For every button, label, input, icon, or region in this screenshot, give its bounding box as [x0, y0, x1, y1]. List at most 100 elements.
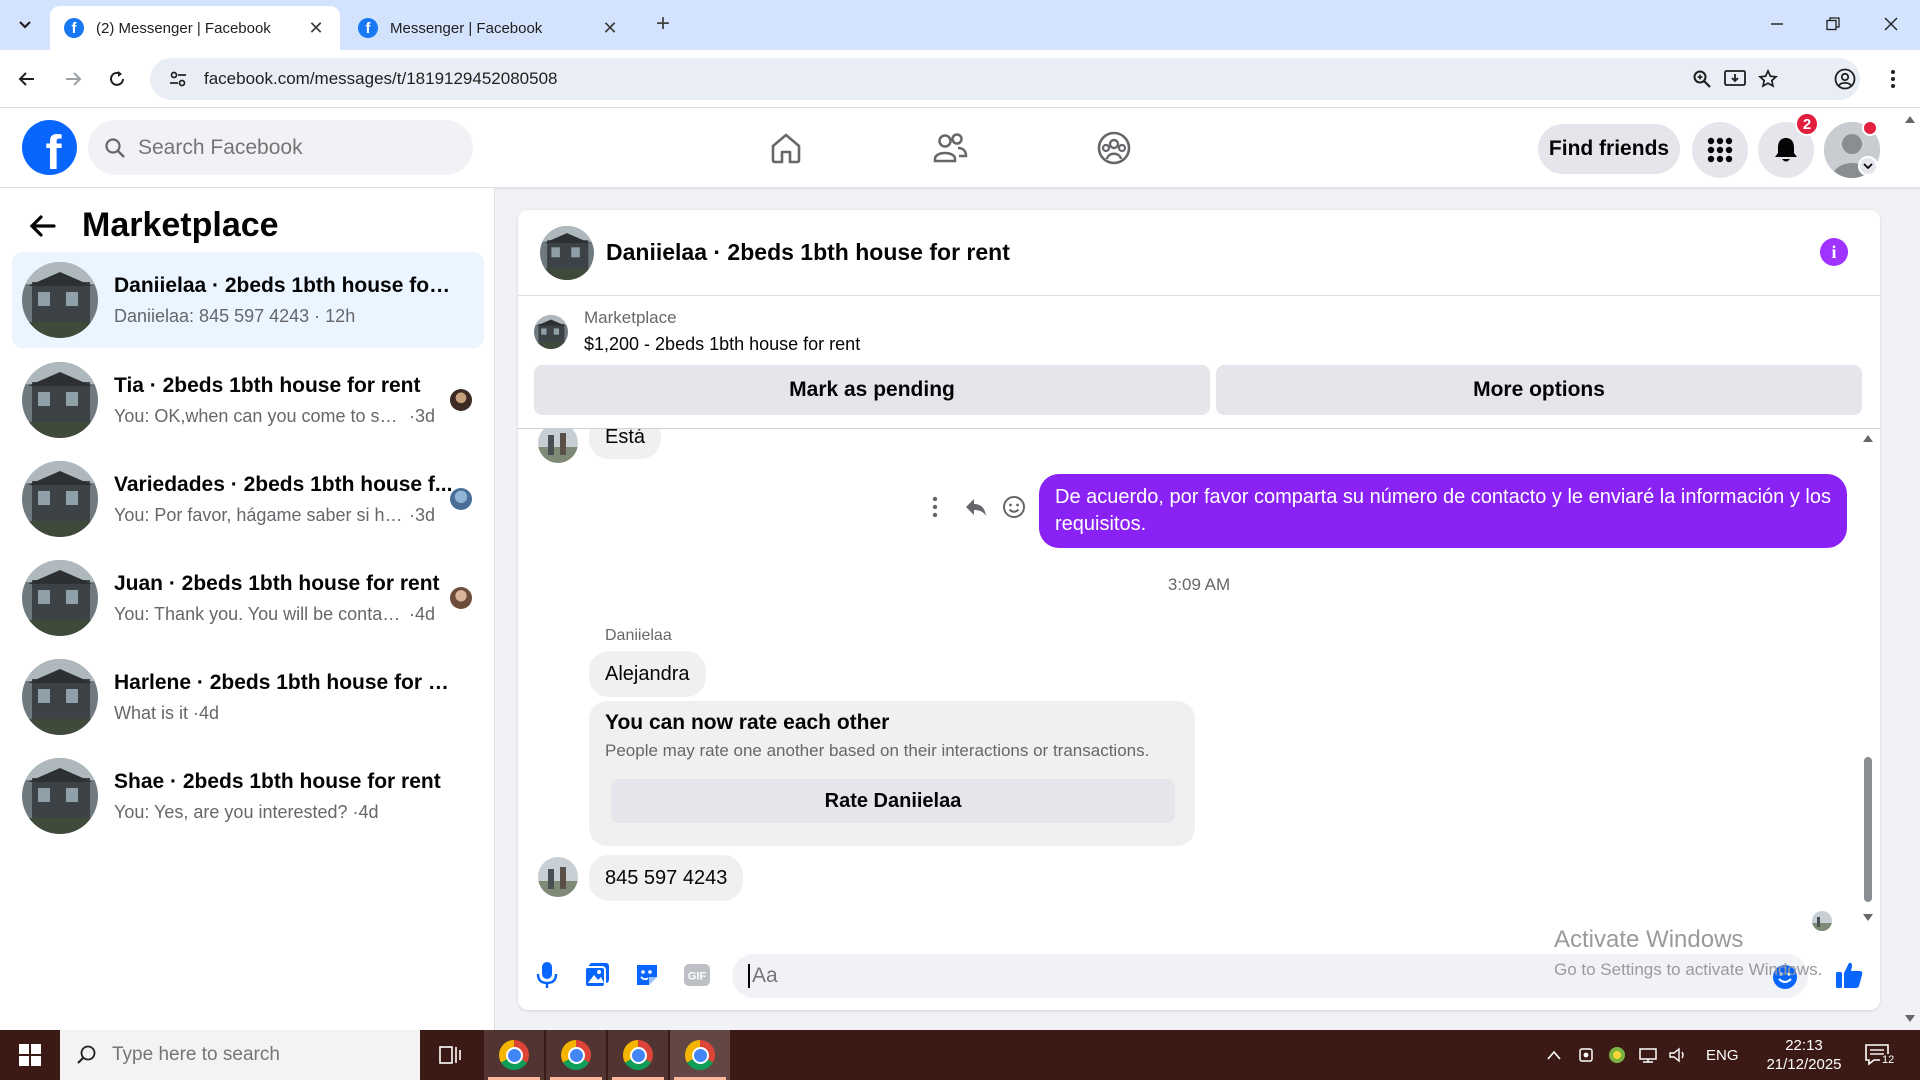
- language-indicator[interactable]: ENG: [1706, 1047, 1739, 1064]
- restore-icon: [1826, 17, 1840, 31]
- seen-avatar: [450, 587, 472, 609]
- forward-button[interactable]: [58, 64, 88, 94]
- windows-taskbar: ENG 22:13 21/12/2025 12: [0, 1030, 1920, 1080]
- scroll-thumb[interactable]: [1864, 757, 1872, 902]
- taskbar-search-input[interactable]: [112, 1044, 372, 1066]
- more-vertical-icon[interactable]: [924, 495, 946, 519]
- taskbar-chrome-window[interactable]: [484, 1030, 544, 1080]
- sender-avatar[interactable]: [538, 857, 578, 897]
- account-chevron-icon[interactable]: [1858, 156, 1878, 176]
- page-scroll-up-icon[interactable]: [1904, 114, 1916, 124]
- facebook-search[interactable]: [88, 120, 473, 175]
- chat-title[interactable]: Daniielaa · 2beds 1bth house for rent: [606, 239, 1010, 266]
- tab-search-button[interactable]: [10, 10, 40, 40]
- notification-center-button[interactable]: 12: [1864, 1030, 1897, 1080]
- conversation-item[interactable]: Juan · 2beds 1bth house for rent You: Th…: [12, 550, 484, 646]
- new-tab-button[interactable]: +: [650, 12, 676, 38]
- conversation-name: Tia · 2beds 1bth house for rent: [114, 373, 421, 397]
- thread-scrollbar[interactable]: [1860, 429, 1874, 949]
- facebook-logo[interactable]: f: [22, 120, 77, 175]
- conversation-item[interactable]: Daniielaa · 2beds 1bth house for re... D…: [12, 252, 484, 348]
- groups-nav[interactable]: [1088, 124, 1140, 172]
- incoming-message[interactable]: Está: [589, 429, 662, 459]
- activate-windows-watermark: Activate Windows Go to Settings to activ…: [1554, 926, 1823, 979]
- conversation-item[interactable]: Variedades · 2beds 1bth house f... You: …: [12, 451, 484, 547]
- profile-icon[interactable]: [1830, 64, 1860, 94]
- voice-clip-button[interactable]: [532, 960, 562, 990]
- attach-photo-button[interactable]: [582, 960, 612, 990]
- outgoing-message[interactable]: De acuerdo, por favor comparta su número…: [1039, 474, 1847, 548]
- friends-nav[interactable]: [924, 124, 976, 172]
- taskbar-chrome-window[interactable]: [546, 1030, 606, 1080]
- network-icon[interactable]: [1638, 1047, 1658, 1063]
- taskbar-clock[interactable]: 22:13 21/12/2025: [1756, 1036, 1852, 1074]
- scroll-up-icon[interactable]: [1862, 433, 1874, 443]
- menu-button[interactable]: [1692, 122, 1748, 178]
- conversation-snippet: What is it: [114, 702, 189, 723]
- incoming-message[interactable]: Alejandra: [589, 651, 706, 697]
- minimize-button[interactable]: [1754, 8, 1800, 40]
- chevron-down-icon: [19, 21, 31, 29]
- reply-icon[interactable]: [964, 495, 988, 519]
- sticker-button[interactable]: [632, 960, 662, 990]
- facebook-favicon-icon: f: [64, 18, 84, 38]
- conversation-item[interactable]: Shae · 2beds 1bth house for rent You: Ye…: [12, 748, 484, 844]
- conversation-name: Shae · 2beds 1bth house for rent: [114, 769, 441, 793]
- tab-close-icon[interactable]: ✕: [600, 18, 620, 39]
- message-input[interactable]: [748, 964, 1568, 988]
- browser-tab[interactable]: f Messenger | Facebook ✕: [344, 6, 634, 50]
- bookmark-star-icon[interactable]: [1758, 58, 1778, 100]
- conversation-snippet: Daniielaa: 845 597 4243: [114, 305, 310, 326]
- windows-logo-icon: [19, 1044, 41, 1066]
- install-app-icon[interactable]: [1724, 58, 1746, 100]
- conversation-snippet: You: OK,when can you come to see...: [114, 405, 404, 426]
- restore-button[interactable]: [1810, 8, 1856, 40]
- scroll-down-icon[interactable]: [1862, 913, 1874, 923]
- friends-icon: [933, 133, 968, 163]
- info-icon[interactable]: i: [1820, 238, 1848, 266]
- reload-button[interactable]: [102, 64, 132, 94]
- conversation-name: Variedades · 2beds 1bth house f...: [114, 472, 453, 496]
- chat-listing-avatar[interactable]: [540, 225, 594, 280]
- conversation-snippet: You: Thank you. You will be contact...: [114, 603, 404, 624]
- tab-close-icon[interactable]: ✕: [306, 18, 326, 39]
- more-options-button[interactable]: More options: [1216, 365, 1862, 415]
- home-nav[interactable]: [760, 124, 812, 172]
- incoming-message[interactable]: 845 597 4243: [589, 855, 744, 901]
- emoji-react-icon[interactable]: [1002, 495, 1026, 519]
- meet-now-icon[interactable]: [1578, 1047, 1596, 1063]
- show-hidden-icons[interactable]: [1546, 1049, 1562, 1061]
- start-button[interactable]: [0, 1030, 60, 1080]
- gif-button[interactable]: GIF: [682, 960, 712, 990]
- listing-price-title: $1,200 - 2beds 1bth house for rent: [584, 334, 861, 354]
- back-arrow-icon[interactable]: [28, 211, 58, 241]
- task-view-button[interactable]: [420, 1030, 480, 1080]
- find-friends-button[interactable]: Find friends: [1538, 124, 1680, 174]
- taskbar-chrome-window[interactable]: [608, 1030, 668, 1080]
- close-window-button[interactable]: [1868, 8, 1914, 40]
- panel-header: Marketplace: [28, 206, 279, 245]
- volume-icon[interactable]: [1668, 1047, 1688, 1063]
- like-send-button[interactable]: [1834, 960, 1864, 990]
- site-info-icon[interactable]: [158, 69, 198, 89]
- chrome-icon: [561, 1040, 591, 1070]
- rate-user-button[interactable]: Rate Daniielaa: [611, 779, 1175, 823]
- message-thread[interactable]: Está De acuerdo, por favor comparta su n…: [518, 429, 1880, 949]
- menu-kebab-icon[interactable]: [1878, 64, 1908, 94]
- page-scroll-down-icon[interactable]: [1904, 1014, 1916, 1024]
- conversation-item[interactable]: Harlene · 2beds 1bth house for rent What…: [12, 649, 484, 745]
- conversation-item[interactable]: Tia · 2beds 1bth house for rent You: OK,…: [12, 352, 484, 448]
- taskbar-search[interactable]: [60, 1030, 420, 1080]
- clock-date: 21/12/2025: [1766, 1056, 1842, 1073]
- search-input[interactable]: [138, 135, 438, 160]
- app-status-icon[interactable]: [1608, 1046, 1626, 1064]
- mark-as-pending-button[interactable]: Mark as pending: [534, 365, 1210, 415]
- taskbar-chrome-window-active[interactable]: [670, 1030, 730, 1080]
- listing-thumbnail: [22, 659, 98, 735]
- zoom-icon[interactable]: [1692, 58, 1712, 100]
- marketplace-listing-card[interactable]: Marketplace $1,200 - 2beds 1bth house fo…: [534, 308, 860, 355]
- sender-avatar[interactable]: [538, 429, 578, 463]
- browser-tab-active[interactable]: f (2) Messenger | Facebook ✕: [50, 6, 340, 50]
- address-bar[interactable]: facebook.com/messages/t/1819129452080508: [150, 58, 1860, 100]
- back-button[interactable]: [12, 64, 42, 94]
